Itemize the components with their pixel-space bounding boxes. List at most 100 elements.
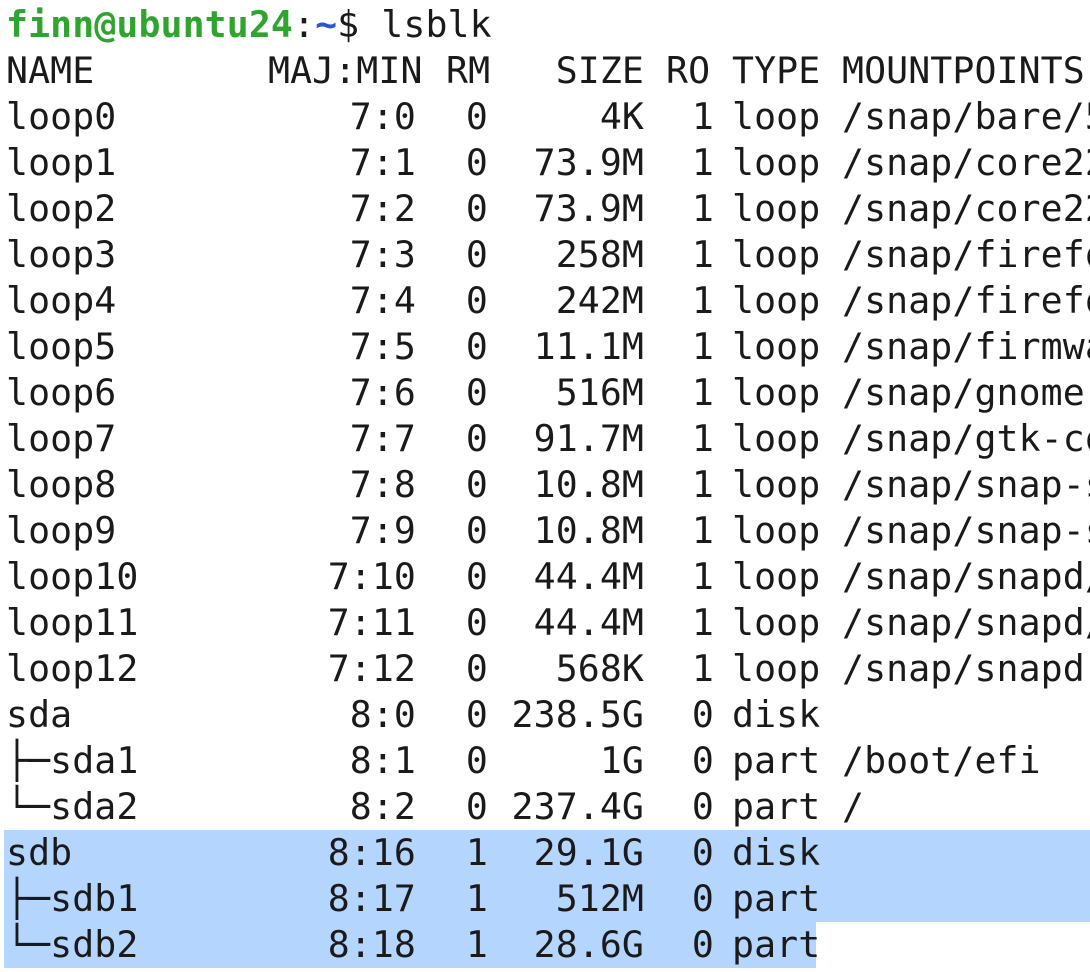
col-rm: 0: [465, 371, 488, 414]
col-mountpoints: /snap/snap-s: [842, 509, 1090, 552]
device-row[interactable]: sda 8:0 0 238.5G 0 disk: [6, 692, 1090, 738]
col-rm: 0: [465, 647, 488, 690]
device-row[interactable]: loop9 7:9 0 10.8M 1 loop/snap/snap-s: [6, 508, 1090, 554]
col-type: part: [732, 785, 821, 828]
device-row[interactable]: loop6 7:6 0 516M 1 loop/snap/gnome-: [6, 370, 1090, 416]
device-row[interactable]: loop11 7:11 0 44.4M 1 loop/snap/snapd/: [6, 600, 1090, 646]
col-ro: 1: [691, 233, 714, 276]
device-row[interactable]: ├─sdb1 8:17 1 512M 0 part: [6, 876, 1090, 922]
col-size: 237.4G: [511, 785, 644, 828]
header-col-ro: RO: [666, 49, 711, 92]
col-mountpoints: /snap/snapd/: [842, 601, 1090, 644]
col-rm: 1: [465, 923, 488, 966]
col-rm: 0: [465, 187, 488, 230]
prompt-path: ~: [315, 3, 338, 46]
col-type: loop: [732, 509, 821, 552]
device-row[interactable]: loop7 7:7 0 91.7M 1 loop/snap/gtk-co: [6, 416, 1090, 462]
device-row[interactable]: sdb 8:16 1 29.1G 0 disk: [6, 830, 1090, 876]
col-type: loop: [732, 325, 821, 368]
col-mountpoints: /snap/snapd/: [842, 555, 1090, 598]
device-row[interactable]: loop0 7:0 0 4K 1 loop/snap/bare/5: [6, 94, 1090, 140]
col-size: 91.7M: [533, 417, 644, 460]
col-majmin: 8:16: [327, 831, 416, 874]
lsblk-header: NAME MAJ:MIN RM SIZE RO TYPE MOUNTPOINTS: [6, 48, 1090, 94]
col-name: loop0: [6, 95, 117, 138]
col-ro: 1: [691, 141, 714, 184]
col-name: loop7: [6, 417, 117, 460]
device-row[interactable]: └─sdb2 8:18 1 28.6G 0 part: [6, 922, 1090, 968]
col-type: loop: [732, 141, 821, 184]
col-majmin: 8:17: [327, 877, 416, 920]
col-type: loop: [732, 601, 821, 644]
col-mountpoints: /snap/snap-s: [842, 463, 1090, 506]
device-row[interactable]: loop10 7:10 0 44.4M 1 loop/snap/snapd/: [6, 554, 1090, 600]
device-row[interactable]: └─sda2 8:2 0 237.4G 0 part /: [6, 784, 1090, 830]
col-majmin: 7:2: [349, 187, 416, 230]
col-majmin: 8:18: [327, 923, 416, 966]
device-row[interactable]: loop5 7:5 0 11.1M 1 loop/snap/firmwa: [6, 324, 1090, 370]
col-rm: 0: [465, 463, 488, 506]
prompt-separator: :: [292, 3, 316, 46]
col-rm: 1: [465, 877, 488, 920]
col-size: 11.1M: [533, 325, 644, 368]
col-type: part: [732, 877, 821, 920]
col-ro: 1: [691, 509, 714, 552]
device-row[interactable]: loop12 7:12 0 568K 1 loop/snap/snapd-: [6, 646, 1090, 692]
device-row[interactable]: loop1 7:1 0 73.9M 1 loop/snap/core22: [6, 140, 1090, 186]
device-row[interactable]: loop8 7:8 0 10.8M 1 loop/snap/snap-s: [6, 462, 1090, 508]
col-ro: 0: [691, 785, 714, 828]
col-name: loop4: [6, 279, 117, 322]
col-ro: 1: [691, 555, 714, 598]
col-rm: 0: [465, 555, 488, 598]
col-size: 10.8M: [533, 463, 644, 506]
device-row[interactable]: ├─sda1 8:1 0 1G 0 part/boot/efi: [6, 738, 1090, 784]
col-rm: 0: [465, 279, 488, 322]
col-mountpoints: /: [842, 785, 865, 828]
col-name: loop3: [6, 233, 117, 276]
col-name: sda: [6, 693, 73, 736]
header-col-type: TYPE: [732, 49, 821, 92]
col-mountpoints: /boot/efi: [842, 739, 1041, 782]
col-size: 258M: [555, 233, 644, 276]
col-majmin: 7:11: [327, 601, 416, 644]
col-name: loop12: [6, 647, 139, 690]
col-rm: 0: [465, 739, 488, 782]
col-majmin: 7:5: [349, 325, 416, 368]
col-mountpoints: /snap/gtk-co: [842, 417, 1090, 460]
device-row[interactable]: loop2 7:2 0 73.9M 1 loop/snap/core22: [6, 186, 1090, 232]
col-mountpoints: /snap/firefo: [842, 233, 1090, 276]
prompt-command: lsblk: [381, 3, 492, 46]
col-size: 238.5G: [511, 693, 644, 736]
col-type: loop: [732, 555, 821, 598]
col-rm: 0: [465, 693, 488, 736]
col-mountpoints: /snap/firefo: [842, 279, 1090, 322]
terminal-window[interactable]: finn@ubuntu24:~$ lsblk NAME MAJ:MIN RM SIZE…: [0, 0, 1090, 972]
col-size: 516M: [555, 371, 644, 414]
col-name: loop11: [6, 601, 139, 644]
col-rm: 1: [465, 831, 488, 874]
device-row[interactable]: loop3 7:3 0 258M 1 loop/snap/firefo: [6, 232, 1090, 278]
col-rm: 0: [465, 509, 488, 552]
prompt-symbol: $: [337, 3, 382, 46]
col-ro: 1: [691, 463, 714, 506]
col-rm: 0: [465, 233, 488, 276]
device-row[interactable]: loop4 7:4 0 242M 1 loop/snap/firefo: [6, 278, 1090, 324]
col-ro: 1: [691, 417, 714, 460]
col-size: 28.6G: [533, 923, 644, 966]
col-type: loop: [732, 187, 821, 230]
col-mountpoints: /snap/firmwa: [842, 325, 1090, 368]
col-ro: 0: [691, 831, 714, 874]
col-ro: 1: [691, 187, 714, 230]
col-majmin: 7:0: [349, 95, 416, 138]
col-type: part: [732, 923, 821, 966]
col-rm: 0: [465, 95, 488, 138]
col-name: loop1: [6, 141, 117, 184]
col-majmin: 8:1: [349, 739, 416, 782]
col-ro: 0: [691, 739, 714, 782]
col-size: 242M: [555, 279, 644, 322]
col-majmin: 7:1: [349, 141, 416, 184]
col-size: 10.8M: [533, 509, 644, 552]
col-type: loop: [732, 279, 821, 322]
col-name: ├─sda1: [6, 739, 139, 782]
col-mountpoints: /snap/core22: [842, 187, 1090, 230]
